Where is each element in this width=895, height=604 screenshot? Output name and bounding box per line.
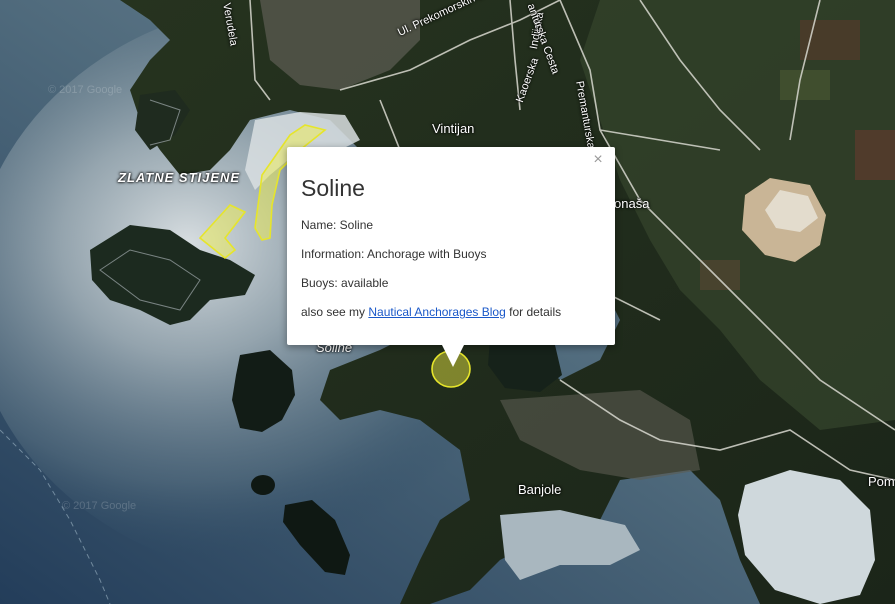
info-also-see: also see my Nautical Anchorages Blog for…: [301, 305, 601, 320]
close-icon[interactable]: ×: [591, 152, 605, 168]
place-label-nasa: onaša: [614, 196, 650, 211]
islet: [251, 475, 275, 495]
field-patch: [780, 70, 830, 100]
place-label-banjole: Banjole: [518, 482, 562, 497]
info-window: × Soline Name: Soline Information: Ancho…: [287, 147, 615, 367]
field-patch: [800, 20, 860, 60]
place-label-vintijan: Vintijan: [432, 121, 475, 136]
info-name: Name: Soline: [301, 218, 374, 232]
blog-link[interactable]: Nautical Anchorages Blog: [368, 305, 505, 319]
field-patch: [700, 260, 740, 290]
info-also-see-suffix: for details: [505, 305, 562, 319]
map-copyright-watermark: © 2017 Google: [48, 84, 123, 96]
place-label-zlatne-stijene: ZLATNE STIJENE: [118, 170, 241, 185]
info-window-tail: [442, 345, 464, 367]
place-label-pom: Pom: [868, 474, 895, 489]
info-window-title: Soline: [301, 175, 365, 201]
field-patch: [855, 130, 895, 180]
info-buoys: Buoys: available: [301, 276, 389, 290]
map-copyright-watermark: © 2017 Google: [62, 500, 137, 512]
info-information: Information: Anchorage with Buoys: [301, 247, 487, 261]
info-also-see-prefix: also see my: [301, 305, 369, 319]
